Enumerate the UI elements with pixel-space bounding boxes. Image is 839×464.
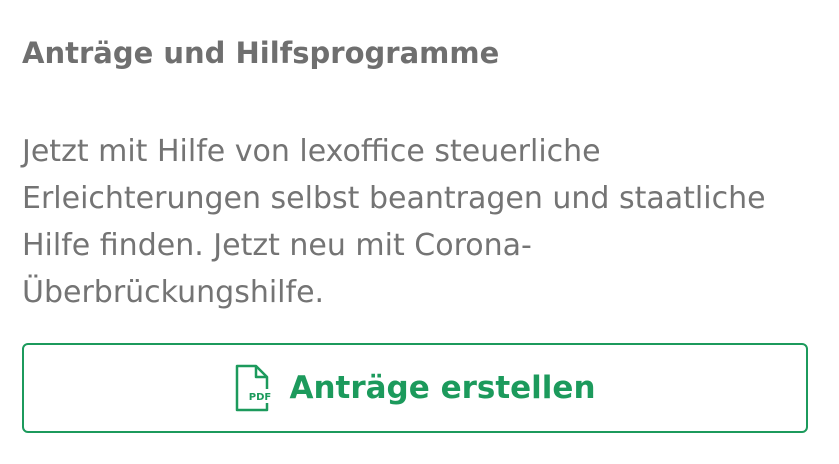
pdf-document-icon: PDF [234, 364, 273, 412]
create-applications-button-label: Anträge erstellen [289, 370, 596, 406]
create-applications-button[interactable]: PDF Anträge erstellen [22, 343, 808, 433]
applications-card: Anträge und Hilfsprogramme Jetzt mit Hil… [0, 0, 839, 464]
card-title: Anträge und Hilfsprogramme [22, 36, 500, 70]
card-description: Jetzt mit Hilfe von lexoffice steuerlich… [22, 134, 766, 310]
pdf-icon-text: PDF [249, 392, 271, 403]
